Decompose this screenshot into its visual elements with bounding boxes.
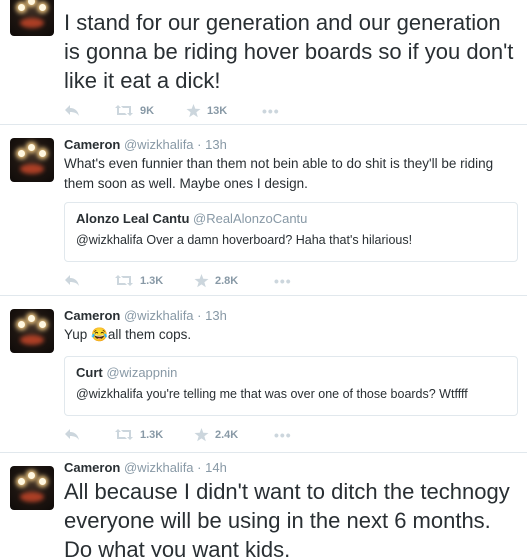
tweet-header: Cameron @wizkhalifa · 14h: [64, 460, 227, 475]
author-name[interactable]: Cameron: [64, 137, 120, 152]
retweet-count: 1.3K: [140, 428, 164, 441]
reply-button[interactable]: [64, 428, 80, 441]
more-icon[interactable]: •••: [262, 104, 280, 118]
star-icon: [186, 104, 201, 118]
tweet-time[interactable]: · 14h: [197, 460, 227, 475]
tweet[interactable]: Cameron @wizkhalifa · 13h Yup 😂all them …: [0, 296, 527, 453]
tweet-text: All because I didn't want to ditch the t…: [64, 479, 510, 557]
retweet-button[interactable]: 1.3K: [114, 274, 163, 287]
like-count: 2.8K: [215, 275, 239, 287]
avatar[interactable]: [10, 309, 54, 353]
tweet-text: I stand for our generation and our gener…: [64, 10, 514, 93]
tweet-text: What's even funnier than them not bein a…: [64, 156, 494, 191]
like-count: 13K: [207, 105, 228, 117]
tweet-header: Cameron @wizkhalifa · 13h: [64, 308, 227, 323]
avatar[interactable]: [10, 0, 54, 36]
avatar[interactable]: [10, 466, 54, 510]
retweet-button[interactable]: 9K: [114, 104, 154, 117]
author-handle[interactable]: @wizkhalifa: [124, 308, 194, 323]
reply-icon: [65, 429, 79, 440]
reply-icon: [65, 105, 79, 116]
tears-of-joy-emoji: 😂: [91, 327, 108, 342]
quoted-author-name: Alonzo Leal Cantu: [76, 211, 190, 226]
reply-button[interactable]: [64, 104, 80, 117]
like-count: 2.4K: [215, 429, 239, 441]
reply-button[interactable]: [64, 274, 80, 287]
quoted-tweet[interactable]: Curt @wizappnin @wizkhalifa you're telli…: [64, 356, 518, 416]
retweet-icon: [115, 105, 133, 116]
tweet-text-end: all them cops.: [107, 327, 192, 342]
avatar[interactable]: [10, 138, 54, 182]
quoted-author-name: Curt: [76, 365, 103, 380]
retweet-count: 9K: [140, 104, 155, 117]
retweet-button[interactable]: 1.3K: [114, 428, 163, 441]
tweet-text: Yup 😂all them cops.: [64, 325, 519, 345]
author-name[interactable]: Cameron: [64, 460, 120, 475]
tweet[interactable]: Cameron @wizkhalifa · 13h What's even fu…: [0, 125, 527, 296]
retweet-icon: [115, 429, 133, 440]
author-name[interactable]: Cameron: [64, 308, 120, 323]
author-handle[interactable]: @wizkhalifa: [124, 460, 194, 475]
reply-icon: [65, 275, 79, 286]
author-handle[interactable]: @wizkhalifa: [124, 137, 194, 152]
tweet[interactable]: Cameron @wizkhalifa · 14h All because I …: [0, 453, 527, 557]
quoted-text: @wizkhalifa Over a damn hoverboard? Haha…: [76, 233, 413, 247]
tweet-time[interactable]: · 13h: [197, 137, 227, 152]
more-icon[interactable]: •••: [274, 274, 292, 288]
star-icon: [194, 428, 209, 442]
tweet[interactable]: I stand for our generation and our gener…: [0, 0, 527, 125]
like-button[interactable]: 2.4K: [194, 428, 238, 442]
tweet-time[interactable]: · 13h: [197, 308, 227, 323]
more-icon[interactable]: •••: [274, 428, 292, 442]
quoted-text: @wizkhalifa you're telling me that was o…: [76, 387, 468, 401]
tweet-text-start: Yup: [64, 327, 92, 342]
quoted-author-handle: @RealAlonzoCantu: [193, 211, 308, 226]
quoted-tweet[interactable]: Alonzo Leal Cantu @RealAlonzoCantu @wizk…: [64, 202, 518, 262]
retweet-icon: [115, 275, 133, 286]
retweet-count: 1.3K: [140, 274, 164, 287]
star-icon: [194, 274, 209, 288]
quoted-author-handle: @wizappnin: [106, 365, 178, 380]
like-button[interactable]: 2.8K: [194, 274, 238, 288]
like-button[interactable]: 13K: [186, 104, 227, 118]
tweet-header: Cameron @wizkhalifa · 13h: [64, 137, 227, 152]
